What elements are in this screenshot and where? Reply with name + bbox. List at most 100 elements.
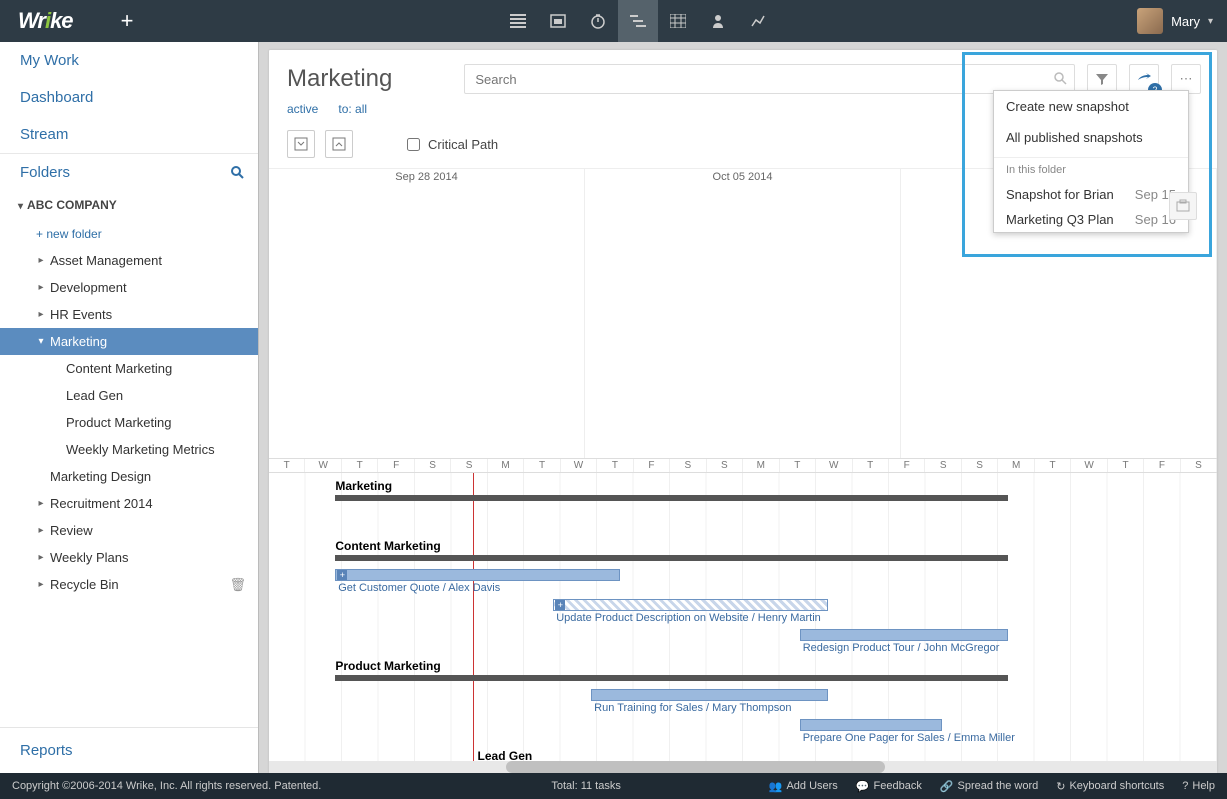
task-label: Update Product Description on Website / …	[556, 612, 821, 624]
task-bar[interactable]	[800, 629, 1009, 641]
add-button[interactable]: +	[115, 9, 139, 33]
folder-item[interactable]: ▸Recycle Bin🗑	[0, 571, 258, 598]
day-header: T	[780, 459, 816, 472]
total-tasks: Total: 11 tasks	[551, 780, 621, 792]
sidebar: My Work Dashboard Stream Folders ▾ABC CO…	[0, 42, 259, 773]
day-header: S	[925, 459, 961, 472]
group-label: Product Marketing	[335, 659, 440, 673]
day-header: T	[342, 459, 378, 472]
group-label: Marketing	[335, 479, 392, 493]
task-bar[interactable]: +	[553, 599, 828, 611]
snapshot-item[interactable]: Marketing Q3 PlanSep 16	[994, 207, 1188, 232]
table-view-icon[interactable]	[658, 0, 698, 42]
day-header: M	[488, 459, 524, 472]
day-header: F	[1144, 459, 1180, 472]
day-header: F	[378, 459, 414, 472]
expand-all-icon[interactable]	[287, 130, 315, 158]
task-bar[interactable]	[591, 689, 828, 701]
workload-view-icon[interactable]	[698, 0, 738, 42]
folder-item[interactable]: Lead Gen	[0, 382, 258, 409]
filter-to[interactable]: to: all	[338, 102, 367, 116]
day-header: T	[853, 459, 889, 472]
task-label: Run Training for Sales / Mary Thompson	[594, 702, 791, 714]
search-icon[interactable]	[1053, 71, 1067, 85]
content: Marketing 2 ⋯ active to: all	[259, 42, 1227, 773]
day-header: W	[561, 459, 597, 472]
spread-word-link[interactable]: 🔗 Spread the word	[940, 780, 1038, 793]
task-label: Prepare One Pager for Sales / Emma Mille…	[803, 732, 1015, 744]
summary-bar[interactable]	[335, 675, 1008, 681]
day-header: T	[524, 459, 560, 472]
folder-item[interactable]: ▸Weekly Plans	[0, 544, 258, 571]
task-bar[interactable]	[800, 719, 942, 731]
day-header: W	[816, 459, 852, 472]
inbox-view-icon[interactable]	[538, 0, 578, 42]
footer: Copyright ©2006-2014 Wrike, Inc. All rig…	[0, 773, 1227, 799]
folder-item[interactable]: Marketing Design	[0, 463, 258, 490]
day-header: F	[634, 459, 670, 472]
folder-item[interactable]: ▸Development	[0, 274, 258, 301]
nav-folders[interactable]: Folders	[0, 154, 258, 190]
all-snapshots[interactable]: All published snapshots	[994, 122, 1188, 153]
timer-icon[interactable]	[578, 0, 618, 42]
folder-item[interactable]: ▸Asset Management	[0, 247, 258, 274]
day-header: S	[670, 459, 706, 472]
search-icon[interactable]	[230, 165, 244, 179]
folder-item[interactable]: Content Marketing	[0, 355, 258, 382]
day-header: W	[305, 459, 341, 472]
create-snapshot[interactable]: Create new snapshot	[994, 91, 1188, 122]
folder-tree: ▸Asset Management▸Development▸HR Events▾…	[0, 247, 258, 727]
folder-item[interactable]: ▸HR Events	[0, 301, 258, 328]
search-input[interactable]	[464, 64, 1075, 94]
collapse-all-icon[interactable]	[325, 130, 353, 158]
shortcuts-link[interactable]: ↻ Keyboard shortcuts	[1056, 780, 1164, 793]
day-header: T	[1108, 459, 1144, 472]
page-title: Marketing	[287, 65, 392, 93]
day-header: S	[1181, 459, 1217, 472]
folder-item[interactable]: ▾Marketing	[0, 328, 258, 355]
filter-active[interactable]: active	[287, 102, 318, 116]
gantt-view-icon[interactable]	[618, 0, 658, 42]
logo: Wrike	[0, 8, 105, 34]
day-header: T	[1035, 459, 1071, 472]
nav-dashboard[interactable]: Dashboard	[0, 79, 258, 116]
day-header: T	[597, 459, 633, 472]
snapshot-icon[interactable]	[1169, 192, 1197, 220]
week-header: Oct 05 2014	[585, 169, 901, 458]
week-header: Sep 28 2014	[269, 169, 585, 458]
new-folder[interactable]: + new folder	[0, 220, 258, 247]
folder-item[interactable]: Product Marketing	[0, 409, 258, 436]
help-link[interactable]: ? Help	[1182, 780, 1215, 793]
summary-bar[interactable]	[335, 555, 1008, 561]
topbar: Wrike + Mary ▾	[0, 0, 1227, 42]
task-bar[interactable]: +	[335, 569, 619, 581]
day-header: T	[269, 459, 305, 472]
add-users-link[interactable]: 👥 Add Users	[769, 780, 838, 793]
day-header: S	[415, 459, 451, 472]
day-header: S	[962, 459, 998, 472]
nav-reports[interactable]: Reports	[0, 727, 258, 773]
user-menu[interactable]: Mary ▾	[1137, 8, 1227, 34]
folder-item[interactable]: ▸Recruitment 2014	[0, 490, 258, 517]
feedback-link[interactable]: 💬 Feedback	[856, 780, 922, 793]
task-label: Get Customer Quote / Alex Davis	[338, 582, 500, 594]
group-label: Content Marketing	[335, 539, 440, 553]
folder-item[interactable]: Weekly Marketing Metrics	[0, 436, 258, 463]
summary-bar[interactable]	[335, 495, 1008, 501]
dropdown-section: In this folder	[994, 157, 1188, 182]
gantt-chart: Sep 28 2014Oct 05 2014Oct 12 2014 TWTFSS…	[269, 169, 1217, 773]
share-dropdown: Create new snapshot All published snapsh…	[993, 90, 1189, 233]
analytics-view-icon[interactable]	[738, 0, 778, 42]
folder-item[interactable]: ▸Review	[0, 517, 258, 544]
horizontal-scrollbar[interactable]	[269, 761, 1217, 773]
critical-path-toggle[interactable]: Critical Path	[403, 135, 498, 154]
nav-my-work[interactable]: My Work	[0, 42, 258, 79]
view-switcher	[498, 0, 778, 42]
day-header: F	[889, 459, 925, 472]
avatar	[1137, 8, 1163, 34]
snapshot-item[interactable]: Snapshot for BrianSep 15	[994, 182, 1188, 207]
day-header: S	[707, 459, 743, 472]
list-view-icon[interactable]	[498, 0, 538, 42]
company-node[interactable]: ▾ABC COMPANY	[0, 190, 258, 220]
nav-stream[interactable]: Stream	[0, 116, 258, 153]
